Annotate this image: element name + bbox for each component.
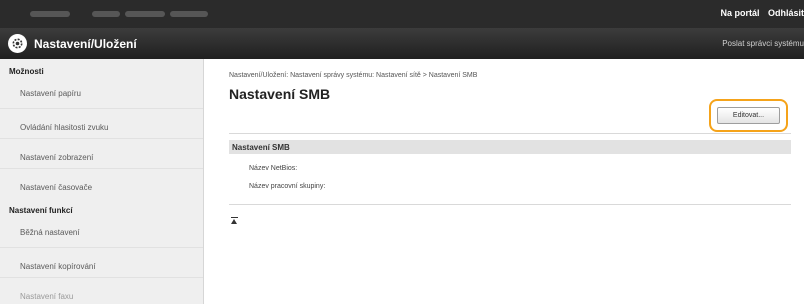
back-to-top-icon[interactable] xyxy=(229,217,239,227)
sidebar-item-copy-settings[interactable]: Nastavení kopírování xyxy=(0,248,203,278)
portal-link[interactable]: Na portál xyxy=(720,8,759,18)
divider xyxy=(229,204,791,205)
divider xyxy=(229,133,791,134)
top-links: Na portál Odhlásit xyxy=(714,8,804,18)
logout-link[interactable]: Odhlásit xyxy=(768,8,804,18)
sidebar-item-fax-settings[interactable]: Nastavení faxu xyxy=(0,278,203,304)
blurred-text xyxy=(30,11,70,17)
sidebar-section-function-settings: Nastavení funkcí xyxy=(9,206,73,215)
main-content: Nastavení/Uložení: Nastavení správy syst… xyxy=(229,59,804,304)
blurred-text xyxy=(92,11,120,17)
edit-button[interactable]: Editovat... xyxy=(717,107,780,124)
netbios-name-label: Název NetBios: xyxy=(249,165,298,172)
blurred-text xyxy=(125,11,165,17)
sidebar-item-volume-control[interactable]: Ovládání hlasitosti zvuku xyxy=(0,109,203,139)
blurred-text xyxy=(170,11,208,17)
sidebar-section-options: Možnosti xyxy=(9,67,44,76)
sidebar-item-display-settings[interactable]: Nastavení zobrazení xyxy=(0,139,203,169)
sidebar-item-timer-settings[interactable]: Nastavení časovače xyxy=(0,169,203,199)
mode-header: Nastavení/Uložení Poslat správci systému xyxy=(0,28,804,59)
mode-title: Nastavení/Uložení xyxy=(34,37,137,51)
workgroup-name-label: Název pracovní skupiny: xyxy=(249,183,326,190)
smb-section-header: Nastavení SMB xyxy=(229,140,791,154)
settings-gear-icon xyxy=(8,34,27,53)
top-bar: Na portál Odhlásit xyxy=(0,0,804,28)
sidebar-item-common-settings[interactable]: Běžná nastavení xyxy=(0,216,203,248)
breadcrumb: Nastavení/Uložení: Nastavení správy syst… xyxy=(229,72,478,79)
page-title: Nastavení SMB xyxy=(229,86,331,102)
sidebar: Možnosti Nastavení papíru Ovládání hlasi… xyxy=(0,59,204,304)
send-to-admin-link[interactable]: Poslat správci systému xyxy=(722,39,804,48)
sidebar-item-paper-settings[interactable]: Nastavení papíru xyxy=(0,77,203,109)
edit-button-highlight: Editovat... xyxy=(709,99,788,132)
